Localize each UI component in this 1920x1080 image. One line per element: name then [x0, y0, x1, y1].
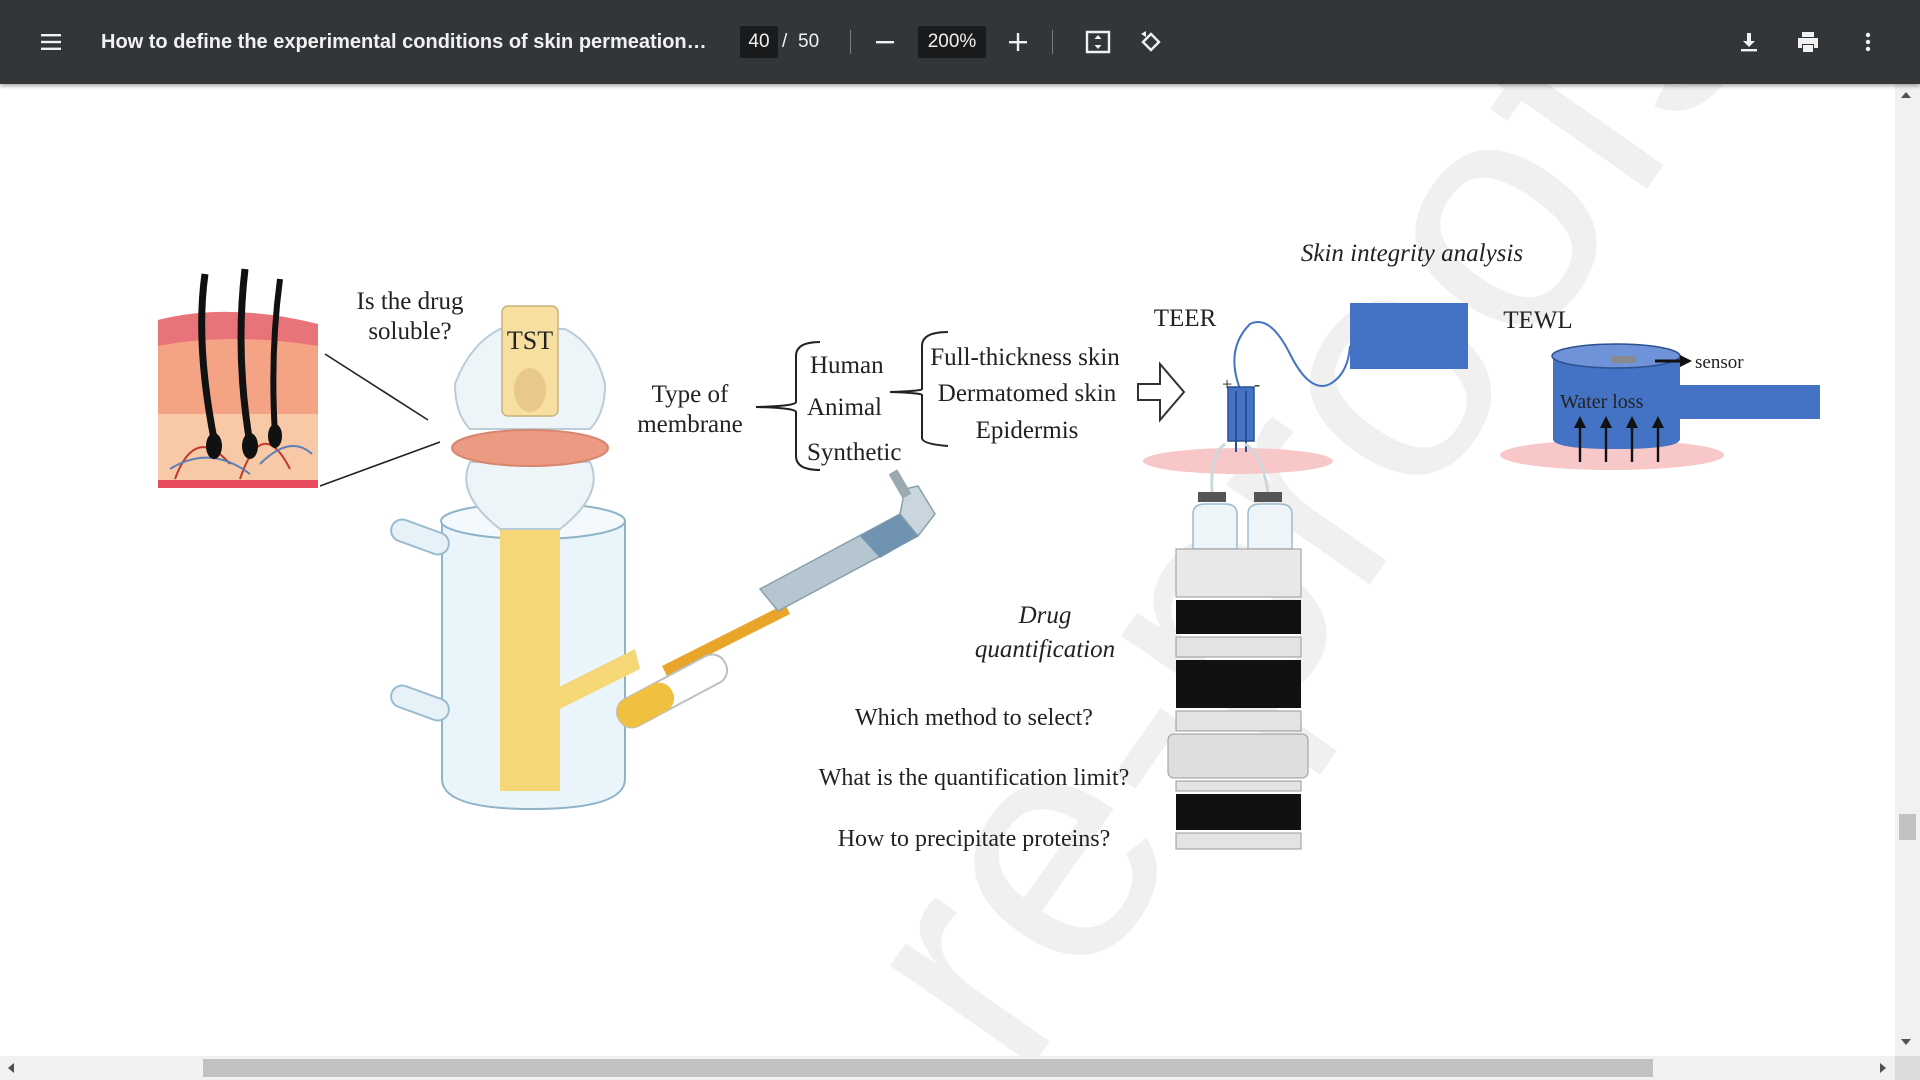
document-title: How to define the experimental condition…	[101, 31, 711, 53]
page-separator: /	[782, 31, 788, 52]
pipette-illustration	[615, 469, 936, 729]
zoom-line-bottom	[319, 441, 441, 487]
quantification-line2: quantification	[975, 636, 1115, 663]
zoom-in-button[interactable]	[998, 22, 1038, 62]
scroll-left-arrow-icon[interactable]	[8, 1063, 14, 1073]
question-soluble-line2: soluble?	[368, 318, 451, 345]
question-soluble-line1: Is the drug	[357, 288, 464, 315]
plus-icon	[1009, 33, 1027, 51]
fit-to-page-icon	[1085, 30, 1111, 54]
zoom-level-input[interactable]: 200%	[918, 26, 986, 58]
scroll-right-arrow-icon[interactable]	[1880, 1063, 1886, 1073]
toolbar-divider	[850, 30, 851, 54]
membrane-type-animal: Animal	[807, 394, 882, 421]
rotate-icon	[1141, 31, 1161, 52]
scroll-up-arrow-icon[interactable]	[1901, 92, 1911, 98]
total-pages: 50	[798, 31, 820, 52]
franz-diffusion-cell	[390, 305, 640, 811]
download-icon	[1741, 33, 1757, 52]
figure-page: re-proofs TST Is the drug soluble? Type …	[158, 84, 1837, 1056]
page-number-input[interactable]: 40	[740, 26, 778, 58]
document-viewer[interactable]: re-proofs TST Is the drug soluble? Type …	[0, 84, 1895, 1056]
scroll-down-arrow-icon[interactable]	[1901, 1039, 1911, 1045]
watermark: re-proofs	[775, 84, 1836, 1056]
minus-icon	[876, 41, 894, 44]
skin-type-full-thickness: Full-thickness skin	[930, 344, 1120, 371]
fit-to-page-button[interactable]	[1078, 22, 1118, 62]
membrane-type-synthetic: Synthetic	[807, 439, 901, 466]
membrane-type-human: Human	[810, 352, 884, 379]
more-actions-button[interactable]	[1848, 22, 1888, 62]
question-quantification-limit: What is the quantification limit?	[819, 765, 1130, 791]
toolbar-divider	[1052, 30, 1053, 54]
more-vert-icon	[1865, 32, 1871, 52]
question-precipitate: How to precipitate proteins?	[838, 826, 1111, 852]
horizontal-scroll-thumb[interactable]	[203, 1059, 1653, 1077]
skin-section-illustration	[158, 268, 318, 488]
water-loss-label: Water loss	[1560, 391, 1644, 413]
skin-integrity-title: Skin integrity analysis	[1301, 240, 1523, 267]
tst-label: TST	[507, 326, 553, 355]
zoom-line-top	[324, 353, 429, 421]
vertical-scroll-thumb[interactable]	[1899, 814, 1916, 840]
download-button[interactable]	[1729, 22, 1769, 62]
print-button[interactable]	[1788, 22, 1828, 62]
print-icon	[1798, 32, 1818, 52]
teer-label: TEER	[1154, 305, 1217, 332]
type-of-membrane-line1: Type of	[652, 381, 729, 408]
teer-minus: -	[1254, 374, 1260, 394]
menu-button[interactable]	[31, 22, 71, 62]
teer-plus: +	[1222, 374, 1232, 394]
type-of-membrane-line2: membrane	[637, 411, 743, 438]
rotate-button[interactable]	[1131, 22, 1171, 62]
quantification-line1: Drug	[1018, 602, 1072, 629]
zoom-out-button[interactable]	[865, 22, 905, 62]
skin-type-dermatomed: Dermatomed skin	[938, 380, 1117, 407]
question-method: Which method to select?	[855, 705, 1093, 731]
scrollbar-corner	[1895, 1056, 1920, 1080]
skin-type-epidermis: Epidermis	[976, 417, 1079, 444]
sensor-label: sensor	[1695, 352, 1744, 373]
tewl-label: TEWL	[1503, 307, 1572, 334]
menu-icon	[41, 34, 61, 50]
pdf-toolbar: How to define the experimental condition…	[0, 0, 1920, 84]
vertical-scrollbar[interactable]	[1895, 84, 1920, 1056]
